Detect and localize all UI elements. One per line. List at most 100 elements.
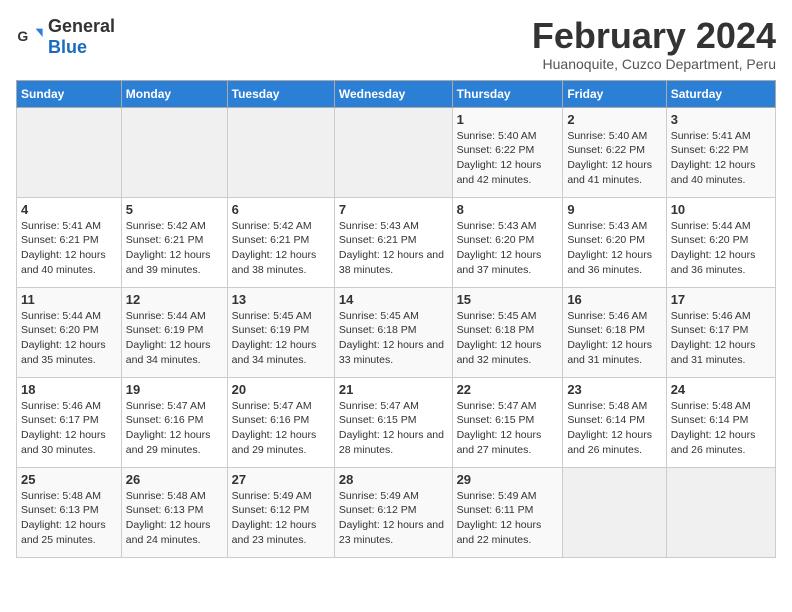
calendar-cell: 4 Sunrise: 5:41 AM Sunset: 6:21 PM Daylig…: [17, 197, 122, 287]
day-number: 17: [671, 292, 771, 307]
day-info: Sunrise: 5:48 AM Sunset: 6:13 PM Dayligh…: [126, 489, 223, 548]
day-number: 2: [567, 112, 661, 127]
day-info: Sunrise: 5:44 AM Sunset: 6:20 PM Dayligh…: [671, 219, 771, 278]
day-number: 9: [567, 202, 661, 217]
day-number: 26: [126, 472, 223, 487]
subtitle: Huanoquite, Cuzco Department, Peru: [532, 56, 776, 72]
day-number: 19: [126, 382, 223, 397]
main-title: February 2024: [532, 16, 776, 56]
calendar-cell: 9 Sunrise: 5:43 AM Sunset: 6:20 PM Daylig…: [563, 197, 666, 287]
day-number: 24: [671, 382, 771, 397]
calendar-cell: [121, 107, 227, 197]
weekday-header-friday: Friday: [563, 80, 666, 107]
day-number: 1: [457, 112, 559, 127]
calendar-cell: [227, 107, 334, 197]
day-info: Sunrise: 5:43 AM Sunset: 6:20 PM Dayligh…: [567, 219, 661, 278]
day-info: Sunrise: 5:42 AM Sunset: 6:21 PM Dayligh…: [232, 219, 330, 278]
day-number: 22: [457, 382, 559, 397]
weekday-header-tuesday: Tuesday: [227, 80, 334, 107]
day-info: Sunrise: 5:45 AM Sunset: 6:18 PM Dayligh…: [457, 309, 559, 368]
header: G General Blue February 2024 Huanoquite,…: [16, 16, 776, 72]
day-number: 29: [457, 472, 559, 487]
calendar-table: SundayMondayTuesdayWednesdayThursdayFrid…: [16, 80, 776, 558]
day-info: Sunrise: 5:44 AM Sunset: 6:20 PM Dayligh…: [21, 309, 117, 368]
day-number: 21: [339, 382, 448, 397]
calendar-cell: [563, 467, 666, 557]
weekday-header-wednesday: Wednesday: [334, 80, 452, 107]
day-info: Sunrise: 5:47 AM Sunset: 6:16 PM Dayligh…: [232, 399, 330, 458]
day-number: 28: [339, 472, 448, 487]
calendar-cell: 12 Sunrise: 5:44 AM Sunset: 6:19 PM Dayli…: [121, 287, 227, 377]
day-number: 16: [567, 292, 661, 307]
day-number: 4: [21, 202, 117, 217]
calendar-cell: [334, 107, 452, 197]
weekday-header-thursday: Thursday: [452, 80, 563, 107]
day-number: 15: [457, 292, 559, 307]
day-info: Sunrise: 5:40 AM Sunset: 6:22 PM Dayligh…: [457, 129, 559, 188]
calendar-cell: 1 Sunrise: 5:40 AM Sunset: 6:22 PM Daylig…: [452, 107, 563, 197]
day-number: 6: [232, 202, 330, 217]
day-number: 12: [126, 292, 223, 307]
day-number: 23: [567, 382, 661, 397]
day-info: Sunrise: 5:43 AM Sunset: 6:21 PM Dayligh…: [339, 219, 448, 278]
calendar-cell: 24 Sunrise: 5:48 AM Sunset: 6:14 PM Dayli…: [666, 377, 775, 467]
day-info: Sunrise: 5:47 AM Sunset: 6:15 PM Dayligh…: [457, 399, 559, 458]
calendar-cell: 3 Sunrise: 5:41 AM Sunset: 6:22 PM Daylig…: [666, 107, 775, 197]
day-number: 18: [21, 382, 117, 397]
day-number: 20: [232, 382, 330, 397]
day-info: Sunrise: 5:47 AM Sunset: 6:15 PM Dayligh…: [339, 399, 448, 458]
calendar-cell: 16 Sunrise: 5:46 AM Sunset: 6:18 PM Dayli…: [563, 287, 666, 377]
calendar-cell: 21 Sunrise: 5:47 AM Sunset: 6:15 PM Dayli…: [334, 377, 452, 467]
calendar-cell: 19 Sunrise: 5:47 AM Sunset: 6:16 PM Dayli…: [121, 377, 227, 467]
day-info: Sunrise: 5:45 AM Sunset: 6:19 PM Dayligh…: [232, 309, 330, 368]
title-section: February 2024 Huanoquite, Cuzco Departme…: [532, 16, 776, 72]
day-info: Sunrise: 5:48 AM Sunset: 6:14 PM Dayligh…: [671, 399, 771, 458]
calendar-cell: [17, 107, 122, 197]
calendar-cell: 2 Sunrise: 5:40 AM Sunset: 6:22 PM Daylig…: [563, 107, 666, 197]
day-number: 7: [339, 202, 448, 217]
day-info: Sunrise: 5:46 AM Sunset: 6:18 PM Dayligh…: [567, 309, 661, 368]
day-number: 14: [339, 292, 448, 307]
day-info: Sunrise: 5:46 AM Sunset: 6:17 PM Dayligh…: [671, 309, 771, 368]
day-info: Sunrise: 5:49 AM Sunset: 6:12 PM Dayligh…: [339, 489, 448, 548]
calendar-cell: 22 Sunrise: 5:47 AM Sunset: 6:15 PM Dayli…: [452, 377, 563, 467]
day-number: 27: [232, 472, 330, 487]
day-info: Sunrise: 5:46 AM Sunset: 6:17 PM Dayligh…: [21, 399, 117, 458]
day-info: Sunrise: 5:40 AM Sunset: 6:22 PM Dayligh…: [567, 129, 661, 188]
day-info: Sunrise: 5:44 AM Sunset: 6:19 PM Dayligh…: [126, 309, 223, 368]
day-info: Sunrise: 5:43 AM Sunset: 6:20 PM Dayligh…: [457, 219, 559, 278]
day-info: Sunrise: 5:45 AM Sunset: 6:18 PM Dayligh…: [339, 309, 448, 368]
calendar-cell: 8 Sunrise: 5:43 AM Sunset: 6:20 PM Daylig…: [452, 197, 563, 287]
day-number: 25: [21, 472, 117, 487]
calendar-cell: 23Sunrise: 5:48 AM Sunset: 6:14 PM Dayli…: [563, 377, 666, 467]
logo-blue: Blue: [48, 37, 87, 57]
day-info: Sunrise: 5:41 AM Sunset: 6:22 PM Dayligh…: [671, 129, 771, 188]
day-info: Sunrise: 5:49 AM Sunset: 6:11 PM Dayligh…: [457, 489, 559, 548]
weekday-header-monday: Monday: [121, 80, 227, 107]
logo: G General Blue: [16, 16, 115, 58]
calendar-cell: 18 Sunrise: 5:46 AM Sunset: 6:17 PM Dayli…: [17, 377, 122, 467]
calendar-cell: 6 Sunrise: 5:42 AM Sunset: 6:21 PM Daylig…: [227, 197, 334, 287]
day-info: Sunrise: 5:49 AM Sunset: 6:12 PM Dayligh…: [232, 489, 330, 548]
calendar-cell: 26 Sunrise: 5:48 AM Sunset: 6:13 PM Dayli…: [121, 467, 227, 557]
calendar-cell: 20 Sunrise: 5:47 AM Sunset: 6:16 PM Dayli…: [227, 377, 334, 467]
logo-general: General: [48, 16, 115, 36]
calendar-cell: 25 Sunrise: 5:48 AM Sunset: 6:13 PM Dayli…: [17, 467, 122, 557]
calendar-cell: 10Sunrise: 5:44 AM Sunset: 6:20 PM Dayli…: [666, 197, 775, 287]
day-number: 8: [457, 202, 559, 217]
day-number: 5: [126, 202, 223, 217]
day-info: Sunrise: 5:42 AM Sunset: 6:21 PM Dayligh…: [126, 219, 223, 278]
day-info: Sunrise: 5:48 AM Sunset: 6:13 PM Dayligh…: [21, 489, 117, 548]
calendar-cell: 15 Sunrise: 5:45 AM Sunset: 6:18 PM Dayli…: [452, 287, 563, 377]
day-number: 11: [21, 292, 117, 307]
day-number: 13: [232, 292, 330, 307]
weekday-header-sunday: Sunday: [17, 80, 122, 107]
calendar-cell: 5 Sunrise: 5:42 AM Sunset: 6:21 PM Daylig…: [121, 197, 227, 287]
calendar-cell: 28 Sunrise: 5:49 AM Sunset: 6:12 PM Dayli…: [334, 467, 452, 557]
calendar-cell: 11 Sunrise: 5:44 AM Sunset: 6:20 PM Dayli…: [17, 287, 122, 377]
calendar-cell: 17 Sunrise: 5:46 AM Sunset: 6:17 PM Dayli…: [666, 287, 775, 377]
day-info: Sunrise: 5:47 AM Sunset: 6:16 PM Dayligh…: [126, 399, 223, 458]
day-number: 3: [671, 112, 771, 127]
day-info: Sunrise: 5:41 AM Sunset: 6:21 PM Dayligh…: [21, 219, 117, 278]
logo-icon: G: [16, 23, 44, 51]
